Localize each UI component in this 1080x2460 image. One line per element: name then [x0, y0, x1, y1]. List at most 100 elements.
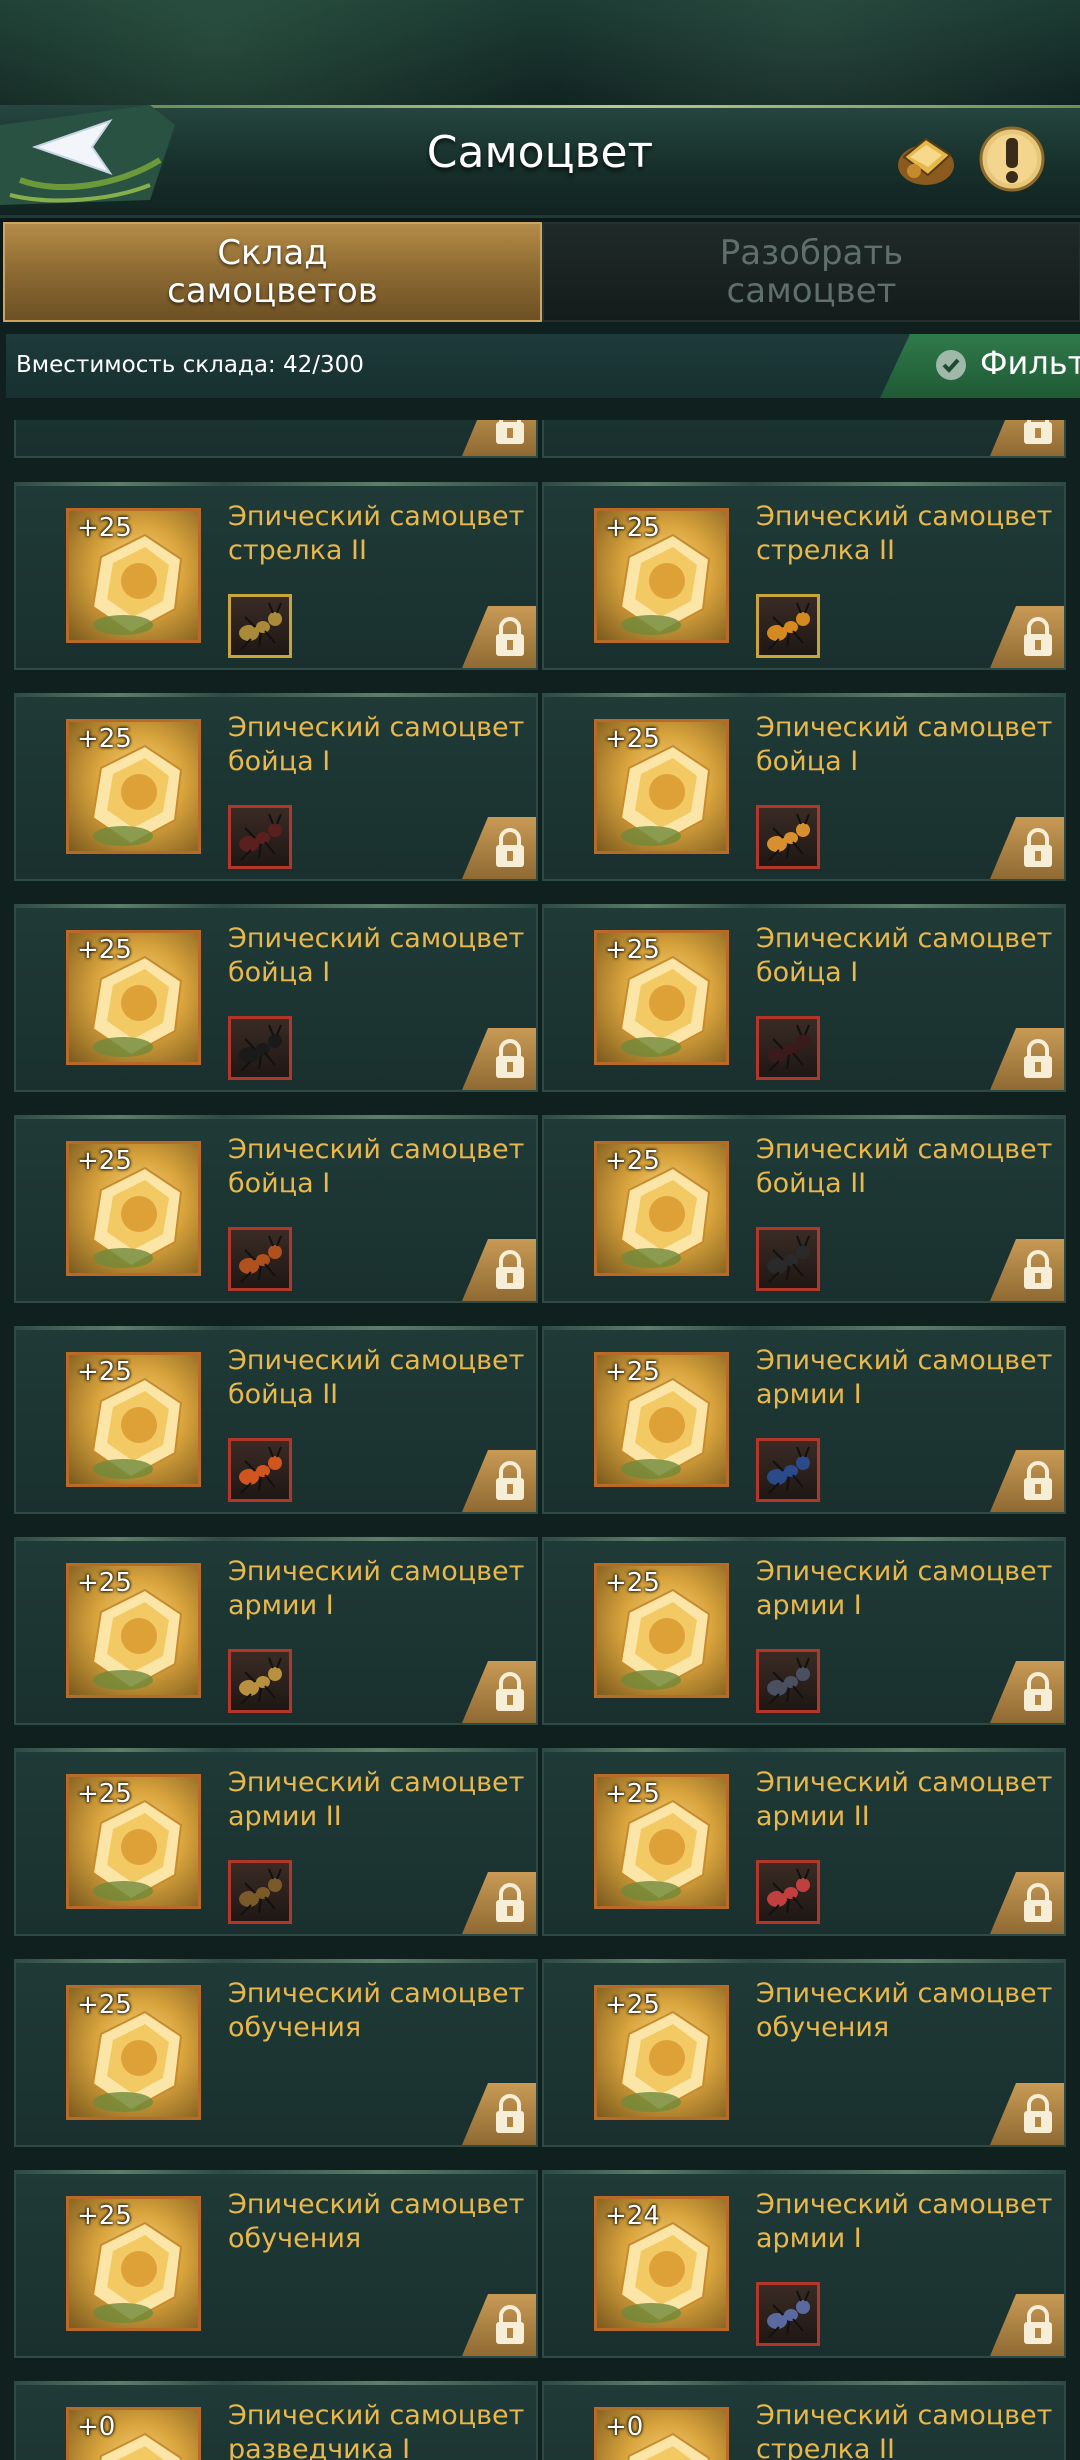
gem-list[interactable]: +25 Эпический самоцвет стрелка II +25 Эпиче… [0, 420, 1080, 2460]
gem-card[interactable]: +25 Эпический самоцвет стрелка II [14, 482, 538, 670]
gem-name: Эпический самоцвет бойца I [228, 923, 525, 988]
gem-card[interactable]: +25 Эпический самоцвет бойца I [14, 693, 538, 881]
lock-icon [496, 617, 524, 656]
gem-icon [91, 955, 183, 1057]
lock-button[interactable] [462, 2083, 536, 2145]
gem-icon-slot: +25 [66, 719, 201, 854]
ant-thumbnail [756, 1649, 820, 1713]
ant-thumbnail [756, 594, 820, 658]
gem-card[interactable]: +25 Эпический самоцвет бойца I [542, 693, 1066, 881]
gem-card[interactable]: +25 Эпический самоцвет армии I [14, 1537, 538, 1725]
gem-card[interactable]: +25 Эпический самоцвет армии I [542, 1326, 1066, 1514]
tab-dismantle-gem[interactable]: Разобрать самоцвет [542, 222, 1080, 322]
gem-card[interactable]: +25 Эпический самоцвет армии I [542, 1537, 1066, 1725]
gem-card[interactable]: +25 Эпический самоцвет армии II [14, 1748, 538, 1936]
gem-icon-slot: +25 [66, 508, 201, 643]
ant-thumbnail [228, 1227, 292, 1291]
gem-name: Эпический самоцвет бойца II [756, 1134, 1053, 1199]
gem-card[interactable]: +25 Эпический самоцвет бойца II [542, 1115, 1066, 1303]
lock-button[interactable] [990, 1872, 1064, 1934]
gem-icon [619, 1588, 711, 1690]
gem-name: Эпический самоцвет армии I [756, 1345, 1053, 1410]
ant-thumbnail [756, 1438, 820, 1502]
info-button[interactable] [978, 125, 1046, 193]
gem-level: +25 [77, 1990, 132, 2020]
ant-icon [767, 813, 810, 861]
tab-gem-storage[interactable]: Склад самоцветов [3, 222, 542, 322]
gem-level: +25 [605, 1357, 660, 1387]
ant-thumbnail [228, 1438, 292, 1502]
gem-card[interactable]: +25 Эпический самоцвет обучения [14, 2170, 538, 2358]
lock-button[interactable] [462, 420, 536, 456]
gem-level: +25 [605, 1779, 660, 1809]
lock-icon [496, 1039, 524, 1078]
gem-level: +25 [77, 2201, 132, 2231]
gem-card[interactable]: +25 Эпический самоцвет бойца II [14, 1326, 538, 1514]
filter-button[interactable]: Фильт [880, 334, 1080, 398]
lock-button[interactable] [462, 817, 536, 879]
gem-name: Эпический самоцвет бойца I [756, 923, 1053, 988]
lock-button[interactable] [462, 2294, 536, 2356]
gem-book-button[interactable] [892, 125, 960, 193]
ant-thumbnail [228, 1016, 292, 1080]
lock-icon [1024, 420, 1052, 444]
lock-button[interactable] [990, 1239, 1064, 1301]
gem-icon-slot: +25 [66, 2196, 201, 2331]
gem-card-partial[interactable] [542, 420, 1066, 458]
gem-book-icon [898, 137, 954, 185]
gem-icon [91, 1588, 183, 1690]
gem-name: Эпический самоцвет обучения [228, 2189, 525, 2254]
lock-button[interactable] [990, 2294, 1064, 2356]
lock-icon [496, 1250, 524, 1289]
gem-card[interactable]: +25 Эпический самоцвет обучения [14, 1959, 538, 2147]
gem-level: +25 [605, 935, 660, 965]
gem-name: Эпический самоцвет стрелка II [756, 2400, 1053, 2460]
gem-card[interactable]: +25 Эпический самоцвет бойца I [14, 904, 538, 1092]
lock-button[interactable] [462, 606, 536, 668]
ant-icon [239, 1446, 282, 1494]
gem-card[interactable]: +0 Эпический самоцвет разведчика I [14, 2381, 538, 2460]
ant-icon [767, 2290, 810, 2338]
gem-icon-slot: +25 [594, 719, 729, 854]
gem-card[interactable]: +25 Эпический самоцвет обучения [542, 1959, 1066, 2147]
gem-icon-slot: +25 [594, 1352, 729, 1487]
lock-button[interactable] [990, 1028, 1064, 1090]
tab-gem-storage-label: Склад самоцветов [167, 233, 378, 311]
lock-button[interactable] [462, 1239, 536, 1301]
lock-icon [496, 2305, 524, 2344]
lock-button[interactable] [990, 1661, 1064, 1723]
lock-button[interactable] [990, 606, 1064, 668]
lock-button[interactable] [462, 1450, 536, 1512]
lock-button[interactable] [462, 1028, 536, 1090]
gem-card[interactable]: +25 Эпический самоцвет стрелка II [542, 482, 1066, 670]
ant-icon [239, 1868, 282, 1916]
gem-card[interactable]: +25 Эпический самоцвет бойца I [542, 904, 1066, 1092]
gem-name: Эпический самоцвет армии I [756, 1556, 1053, 1621]
gem-icon-slot: +25 [594, 508, 729, 643]
filter-label: Фильт [980, 344, 1080, 382]
lock-button[interactable] [990, 420, 1064, 456]
gem-level: +0 [77, 2412, 116, 2442]
gem-icon-slot: +25 [594, 1141, 729, 1276]
gem-level: +25 [605, 1146, 660, 1176]
gem-icon-slot: +25 [66, 930, 201, 1065]
lock-button[interactable] [990, 1450, 1064, 1512]
lock-button[interactable] [990, 817, 1064, 879]
lock-button[interactable] [462, 1661, 536, 1723]
gem-level: +25 [77, 1779, 132, 1809]
gem-card-partial[interactable] [14, 420, 538, 458]
gem-icon [91, 1377, 183, 1479]
lock-button[interactable] [990, 2083, 1064, 2145]
gem-card[interactable]: +25 Эпический самоцвет армии II [542, 1748, 1066, 1936]
gem-icon-slot: +25 [66, 1774, 201, 1909]
gem-level: +25 [77, 513, 132, 543]
ant-icon [767, 1446, 810, 1494]
gem-card[interactable]: +0 Эпический самоцвет стрелка II [542, 2381, 1066, 2460]
gem-card[interactable]: +25 Эпический самоцвет бойца I [14, 1115, 538, 1303]
gem-card[interactable]: +24 Эпический самоцвет армии I [542, 2170, 1066, 2358]
ant-icon [767, 602, 810, 650]
gem-name: Эпический самоцвет бойца I [228, 712, 525, 777]
gem-name: Эпический самоцвет стрелка II [228, 501, 525, 566]
lock-button[interactable] [462, 1872, 536, 1934]
header-bar: Самоцвет [0, 105, 1080, 218]
